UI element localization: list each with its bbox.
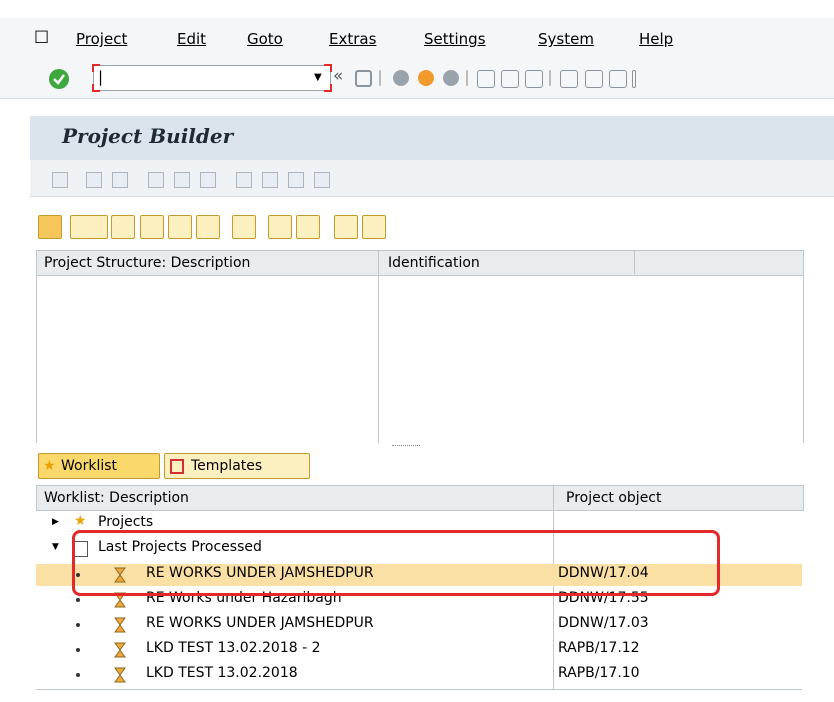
cut-icon[interactable] xyxy=(111,215,135,239)
row-description: LKD TEST 13.02.2018 xyxy=(146,665,298,681)
exit-icon[interactable] xyxy=(418,70,434,86)
tab-templates[interactable]: Templates xyxy=(164,453,310,479)
structure-col-description[interactable]: Project Structure: Description xyxy=(44,255,250,271)
tree-node-label: Projects xyxy=(98,514,154,530)
mass-change-icon[interactable] xyxy=(236,172,252,188)
row-project-object: RAPB/17.12 xyxy=(558,640,640,656)
first-page-icon[interactable] xyxy=(560,70,578,88)
expand-arrow-icon[interactable]: ▶ xyxy=(52,517,59,527)
star-icon: ★ xyxy=(74,513,87,529)
find-icon[interactable] xyxy=(501,70,519,88)
tab-worklist-label: Worklist xyxy=(61,458,118,474)
star-icon: ★ xyxy=(43,458,56,474)
menu-help[interactable]: Help xyxy=(639,30,673,48)
bullet xyxy=(76,673,80,677)
expand-all-icon[interactable] xyxy=(334,215,358,239)
graphic-icon[interactable] xyxy=(200,172,216,188)
row-description: LKD TEST 13.02.2018 - 2 xyxy=(146,640,321,656)
focus-corner-icon xyxy=(324,64,332,72)
open-folder-icon[interactable] xyxy=(38,215,62,239)
overview-icon[interactable] xyxy=(314,172,330,188)
menu-project[interactable]: Project xyxy=(76,30,127,48)
last-page-icon[interactable] xyxy=(632,70,636,88)
unlink-icon[interactable] xyxy=(112,172,128,188)
bullet xyxy=(76,598,80,602)
menu-system[interactable]: System xyxy=(538,30,594,48)
tab-worklist[interactable]: ★ Worklist xyxy=(38,453,160,479)
cancel-icon[interactable] xyxy=(443,70,459,86)
splitter-handle[interactable] xyxy=(392,445,420,448)
undo-icon[interactable] xyxy=(196,215,220,239)
list-item[interactable]: RE WORKS UNDER JAMSHEDPUR DDNW/17.03 xyxy=(36,614,802,636)
menu-settings[interactable]: Settings xyxy=(424,30,486,48)
enter-check-icon[interactable] xyxy=(49,69,69,89)
display-change-icon[interactable] xyxy=(52,172,68,188)
collapse-arrow-icon[interactable]: ▼ xyxy=(52,542,59,552)
project-hourglass-icon xyxy=(114,642,126,658)
project-hourglass-icon xyxy=(114,617,126,633)
page-title: Project Builder xyxy=(62,124,234,148)
previous-page-icon[interactable] xyxy=(585,70,603,88)
menu-edit[interactable]: Edit xyxy=(177,30,206,48)
settings-icon[interactable] xyxy=(288,172,304,188)
toolbar-separator xyxy=(379,70,381,86)
chevron-down-icon[interactable]: ▼ xyxy=(314,72,322,83)
template-icon xyxy=(170,459,184,474)
delete-icon[interactable] xyxy=(232,215,256,239)
worklist-col-description[interactable]: Worklist: Description xyxy=(44,490,189,506)
find-next-icon[interactable] xyxy=(525,70,543,88)
structure-tree[interactable] xyxy=(36,275,804,443)
link-icon[interactable] xyxy=(86,172,102,188)
tab-templates-label: Templates xyxy=(191,458,263,474)
find-next-icon[interactable] xyxy=(296,215,320,239)
project-hourglass-icon xyxy=(114,667,126,683)
save-icon[interactable] xyxy=(355,70,372,87)
create-dropdown-button[interactable] xyxy=(70,215,108,239)
row-description: RE WORKS UNDER JAMSHEDPUR xyxy=(146,615,374,631)
structure-icon[interactable] xyxy=(174,172,190,188)
focus-corner-icon xyxy=(324,84,332,92)
worklist-col-project-object[interactable]: Project object xyxy=(566,490,662,506)
toolbar-separator xyxy=(466,70,468,86)
find-icon[interactable] xyxy=(268,215,292,239)
focus-corner-icon xyxy=(92,84,100,92)
print-icon[interactable] xyxy=(477,70,495,88)
row-project-object: RAPB/17.10 xyxy=(558,665,640,681)
collapse-command-icon[interactable]: « xyxy=(333,66,343,86)
highlight-callout xyxy=(72,530,720,596)
collapse-all-icon[interactable] xyxy=(362,215,386,239)
bullet xyxy=(76,623,80,627)
menu-goto[interactable]: Goto xyxy=(247,30,283,48)
column-divider xyxy=(634,250,635,274)
toolbar-separator xyxy=(549,70,551,86)
copy-icon[interactable] xyxy=(140,215,164,239)
row-project-object: DDNW/17.03 xyxy=(558,615,649,631)
command-field[interactable]: | ▼ xyxy=(93,65,331,91)
paste-icon[interactable] xyxy=(168,215,192,239)
back-icon[interactable] xyxy=(393,70,409,86)
edit-icon[interactable] xyxy=(262,172,278,188)
system-menu-icon[interactable]: ☐ xyxy=(34,28,49,48)
menu-extras[interactable]: Extras xyxy=(329,30,376,48)
grid-bottom-border xyxy=(36,689,802,690)
focus-corner-icon xyxy=(92,64,100,72)
list-item[interactable]: LKD TEST 13.02.2018 RAPB/17.10 xyxy=(36,664,802,686)
bullet xyxy=(76,648,80,652)
structure-col-identification[interactable]: Identification xyxy=(388,255,480,271)
list-item[interactable]: LKD TEST 13.02.2018 - 2 RAPB/17.12 xyxy=(36,639,802,661)
next-page-icon[interactable] xyxy=(609,70,627,88)
hierarchy-icon[interactable] xyxy=(148,172,164,188)
